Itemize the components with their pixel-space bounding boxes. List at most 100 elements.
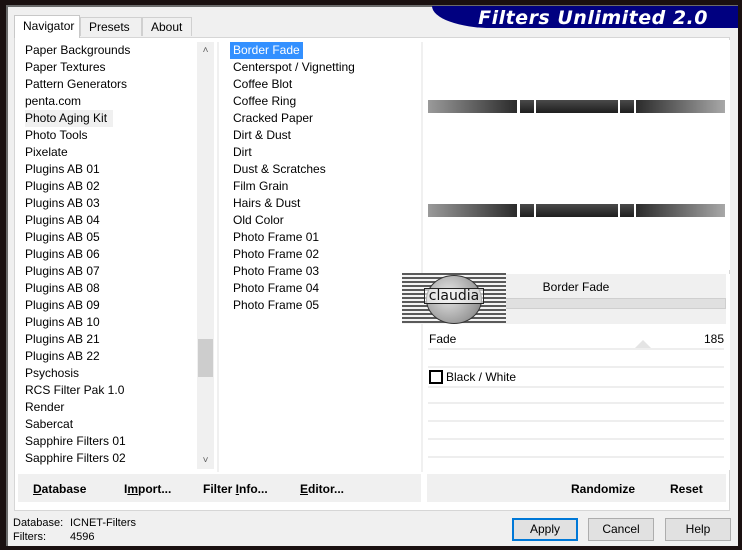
category-item-label: Sapphire Filters 02	[25, 451, 126, 465]
category-item-label: Render	[25, 400, 65, 414]
category-item[interactable]: Psychosis	[22, 365, 197, 382]
category-item[interactable]: Plugins AB 05	[22, 229, 197, 246]
category-item[interactable]: Plugins AB 08	[22, 280, 197, 297]
randomize-button[interactable]: Randomize	[571, 482, 635, 496]
database-button[interactable]: Database	[33, 482, 86, 496]
category-item-label: penta.com	[25, 94, 82, 108]
category-item[interactable]: Plugins AB 02	[22, 178, 197, 195]
empty-param-row	[428, 438, 724, 440]
category-scrollbar[interactable]: ˄ ˅	[197, 42, 214, 469]
category-item[interactable]: Photo Aging Kit	[22, 110, 197, 127]
category-item[interactable]: Plugins AB 21	[22, 331, 197, 348]
claudia-watermark-logo: claudia	[402, 273, 506, 324]
category-item-label: Plugins AB 05	[25, 230, 100, 244]
filter-item[interactable]: Dust & Scratches	[230, 161, 415, 178]
category-item[interactable]: Sapphire Filters 02	[22, 450, 197, 467]
tab-presets[interactable]: Presets	[80, 17, 142, 36]
category-item[interactable]: Plugins AB 22	[22, 348, 197, 365]
category-item[interactable]: Plugins AB 07	[22, 263, 197, 280]
filter-item[interactable]: Coffee Blot	[230, 76, 415, 93]
title-banner: Filters Unlimited 2.0	[432, 6, 738, 29]
category-item[interactable]: Paper Textures	[22, 59, 197, 76]
category-item-label: Sapphire Filters 01	[25, 434, 126, 448]
filter-item[interactable]: Centerspot / Vignetting	[230, 59, 415, 76]
filter-item[interactable]: Film Grain	[230, 178, 415, 195]
filter-item[interactable]: Photo Frame 02	[230, 246, 415, 263]
filter-item-label: Dirt & Dust	[233, 128, 292, 142]
category-item[interactable]: Plugins AB 03	[22, 195, 197, 212]
category-item[interactable]: Plugins AB 06	[22, 246, 197, 263]
black-white-checkbox-row[interactable]: Black / White	[428, 366, 724, 388]
fade-slider-thumb[interactable]	[634, 340, 651, 348]
category-item[interactable]: Render	[22, 399, 197, 416]
filter-item[interactable]: Cracked Paper	[230, 110, 415, 127]
filter-item[interactable]: Photo Frame 05	[230, 297, 415, 314]
fade-slider[interactable]: Fade 185	[428, 330, 724, 350]
filter-item-label: Photo Frame 05	[233, 298, 320, 312]
status-filters-label: Filters:	[13, 531, 46, 543]
category-item-label: Photo Tools	[25, 128, 88, 142]
progress-bar	[504, 298, 726, 309]
category-item-label: Paper Textures	[25, 60, 106, 74]
category-item[interactable]: Pixelate	[22, 144, 197, 161]
filter-info-button[interactable]: Filter Info...	[203, 482, 268, 496]
filter-item-label: Film Grain	[233, 179, 289, 193]
filter-item[interactable]: Coffee Ring	[230, 93, 415, 110]
empty-param-row	[428, 402, 724, 404]
preview-area	[424, 40, 730, 270]
category-item[interactable]: Sabercat	[22, 416, 197, 433]
filter-item-label: Photo Frame 02	[233, 247, 320, 261]
category-item[interactable]: Plugins AB 09	[22, 297, 197, 314]
category-item-label: Plugins AB 21	[25, 332, 100, 346]
tab-about[interactable]: About	[142, 17, 192, 36]
filter-item[interactable]: Old Color	[230, 212, 415, 229]
status-filters: Filters: 4596	[13, 531, 94, 543]
watermark-text: claudia	[424, 288, 484, 304]
category-item[interactable]: Sapphire Filters 01	[22, 433, 197, 450]
filter-item[interactable]: Dirt	[230, 144, 415, 161]
status-database-label: Database:	[13, 517, 64, 529]
status-database-value: ICNET-Filters	[70, 517, 136, 529]
editor-button[interactable]: Editor...	[300, 482, 344, 496]
filter-item[interactable]: Photo Frame 04	[230, 280, 415, 297]
filter-item-label: Cracked Paper	[233, 111, 314, 125]
category-item-label: Psychosis	[25, 366, 80, 380]
filter-item-label: Dirt	[233, 145, 252, 159]
preview-bar-top	[428, 100, 725, 113]
status-filters-value: 4596	[70, 531, 95, 543]
filter-item[interactable]: Dirt & Dust	[230, 127, 415, 144]
category-item[interactable]: Plugins AB 10	[22, 314, 197, 331]
filter-item[interactable]: Photo Frame 03	[230, 263, 415, 280]
category-item[interactable]: Paper Backgrounds	[22, 42, 197, 59]
category-item-label: Sabercat	[25, 417, 74, 431]
reset-button[interactable]: Reset	[670, 482, 703, 496]
category-item[interactable]: Plugins AB 04	[22, 212, 197, 229]
category-item-label: Plugins AB 03	[25, 196, 100, 210]
filter-item[interactable]: Photo Frame 01	[230, 229, 415, 246]
black-white-checkbox[interactable]	[429, 370, 443, 384]
category-item-label: Pattern Generators	[25, 77, 128, 91]
category-item[interactable]: Sapphire Filters 03	[22, 467, 197, 469]
category-item[interactable]: Pattern Generators	[22, 76, 197, 93]
filter-item-label: Coffee Ring	[233, 94, 297, 108]
scroll-up-icon[interactable]: ˄	[197, 42, 214, 59]
category-item[interactable]: Plugins AB 01	[22, 161, 197, 178]
apply-button[interactable]: Apply	[512, 518, 578, 541]
category-item-label: Sapphire Filters 03	[25, 468, 126, 469]
filter-item[interactable]: Hairs & Dust	[230, 195, 415, 212]
column-divider	[421, 42, 423, 472]
filter-item-label: Photo Frame 01	[233, 230, 320, 244]
category-item[interactable]: RCS Filter Pak 1.0	[22, 382, 197, 399]
import-button[interactable]: Import...	[124, 482, 171, 496]
scroll-thumb[interactable]	[198, 339, 213, 377]
category-list[interactable]: Paper Backgrounds Paper Textures Pattern G…	[22, 42, 197, 469]
category-item[interactable]: penta.com	[22, 93, 197, 110]
category-item[interactable]: Photo Tools	[22, 127, 197, 144]
filter-list[interactable]: Border Fade Centerspot / Vignetting Coffee…	[230, 42, 415, 314]
scroll-down-icon[interactable]: ˅	[197, 452, 214, 469]
filter-item[interactable]: Border Fade	[230, 42, 415, 59]
help-button[interactable]: Help	[665, 518, 731, 541]
column-divider	[217, 42, 219, 472]
tab-navigator[interactable]: Navigator	[14, 15, 80, 38]
cancel-button[interactable]: Cancel	[588, 518, 654, 541]
